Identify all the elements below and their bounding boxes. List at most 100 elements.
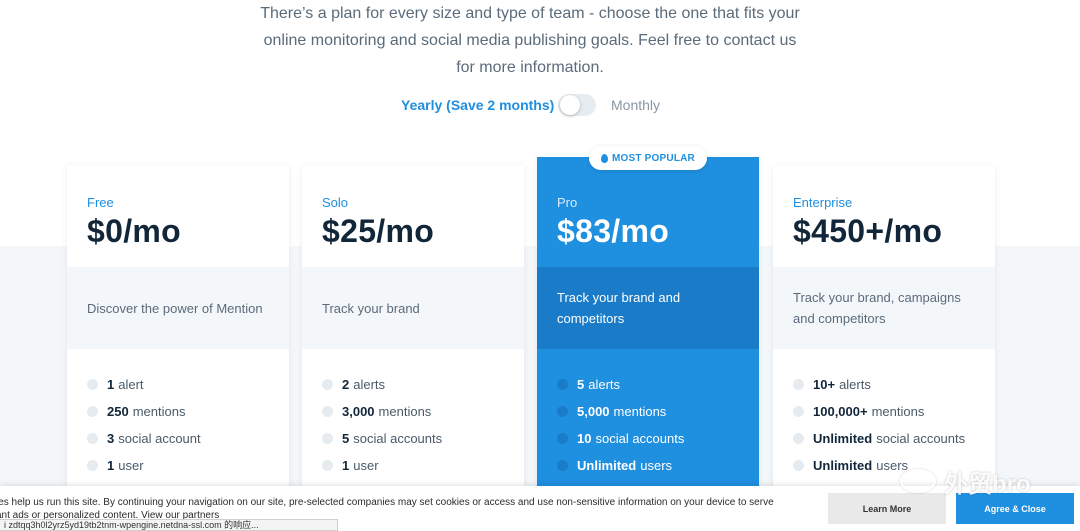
feature-item: 1 user [87, 452, 269, 479]
feature-item: 1 alert [87, 371, 269, 398]
feature-item: Unlimited social accounts [793, 425, 975, 452]
feature-list: 2 alerts 3,000 mentions 5 social accounts 1… [302, 349, 524, 479]
feature-value: Unlimited [813, 431, 873, 446]
plan-name: Pro [557, 195, 578, 210]
plan-description: Discover the power of Mention [67, 267, 289, 349]
bullet-icon [793, 379, 804, 390]
bullet-icon [87, 379, 98, 390]
feature-item: 3 social account [87, 425, 269, 452]
feature-label: mentions [871, 404, 925, 419]
plan-header: Enterprise $450+/mo [773, 165, 995, 267]
feature-item: 5 social accounts [322, 425, 504, 452]
feature-label: user [353, 458, 379, 473]
plan-name: Free [87, 195, 114, 210]
toggle-knob [560, 95, 580, 115]
plan-name: Solo [322, 195, 349, 210]
feature-item: Unlimited users [557, 452, 739, 479]
feature-label: alerts [839, 377, 871, 392]
plan-description: Track your brand and competitors [537, 267, 759, 349]
feature-value: 2 [342, 377, 350, 392]
intro-line: online monitoring and social media publi… [263, 32, 797, 49]
feature-value: 1 [107, 458, 115, 473]
bullet-icon [322, 460, 333, 471]
feature-value: Unlimited [813, 458, 873, 473]
feature-value: 3 [107, 431, 115, 446]
bullet-icon [793, 406, 804, 417]
plan-header: Free $0/mo [67, 165, 289, 267]
feature-item: 1 user [322, 452, 504, 479]
bullet-icon [793, 433, 804, 444]
plan-price: $0/mo [87, 213, 181, 249]
feature-list: 5 alerts 5,000 mentions 10 social accounts … [537, 349, 759, 479]
plan-card-enterprise: Enterprise $450+/mo Track your brand, ca… [773, 165, 995, 505]
feature-value: 3,000 [342, 404, 375, 419]
feature-list: 1 alert 250 mentions 3 social account 1 user [67, 349, 289, 479]
bullet-icon [557, 433, 568, 444]
feature-item: 5 alerts [557, 371, 739, 398]
feature-label: alert [118, 377, 144, 392]
feature-label: social accounts [876, 431, 966, 446]
yearly-option[interactable]: Yearly (Save 2 months) [401, 97, 554, 113]
feature-label: social account [118, 431, 201, 446]
billing-toggle[interactable] [558, 94, 596, 116]
plan-price: $83/mo [557, 213, 670, 249]
badge-label: MOST POPULAR [612, 152, 695, 164]
plan-price: $25/mo [322, 213, 435, 249]
feature-label: user [118, 458, 144, 473]
most-popular-badge: MOST POPULAR [589, 146, 707, 170]
feature-item: 250 mentions [87, 398, 269, 425]
plan-description: Track your brand, campaigns and competit… [773, 267, 995, 349]
billing-period-switch: Yearly (Save 2 months) Monthly [0, 94, 1080, 118]
bullet-icon [557, 406, 568, 417]
feature-value: 5,000 [577, 404, 610, 419]
bullet-icon [87, 460, 98, 471]
watermark: 外贸bro [900, 466, 1031, 498]
bullet-icon [322, 406, 333, 417]
feature-label: mentions [132, 404, 186, 419]
monthly-option[interactable]: Monthly [611, 97, 660, 113]
pricing-intro: There’s a plan for every size and type o… [240, 0, 820, 81]
feature-value: 10 [577, 431, 592, 446]
feature-value: Unlimited [577, 458, 637, 473]
wechat-icon [900, 469, 936, 493]
cookie-text: ies help us run this site. By continuing… [0, 497, 774, 508]
bullet-icon [793, 460, 804, 471]
plan-card-solo: Solo $25/mo Track your brand 2 alerts 3,0… [302, 165, 524, 505]
intro-line: for more information. [456, 59, 604, 76]
watermark-text: 外贸bro [944, 470, 1031, 498]
bullet-icon [322, 379, 333, 390]
learn-more-button[interactable]: Learn More [828, 493, 946, 524]
bullet-icon [87, 406, 98, 417]
feature-label: social accounts [353, 431, 443, 446]
bullet-icon [322, 433, 333, 444]
plan-name: Enterprise [793, 195, 853, 210]
flame-icon [601, 153, 609, 163]
plan-price: $450+/mo [793, 213, 943, 249]
bullet-icon [87, 433, 98, 444]
feature-value: 5 [577, 377, 585, 392]
plan-header: Solo $25/mo [302, 165, 524, 267]
feature-label: alerts [588, 377, 621, 392]
feature-item: 3,000 mentions [322, 398, 504, 425]
plan-card-free: Free $0/mo Discover the power of Mention… [67, 165, 289, 505]
feature-item: 5,000 mentions [557, 398, 739, 425]
feature-label: users [640, 458, 673, 473]
plan-description: Track your brand [302, 267, 524, 349]
feature-value: 10+ [813, 377, 836, 392]
feature-item: 10 social accounts [557, 425, 739, 452]
feature-value: 1 [342, 458, 350, 473]
feature-value: 5 [342, 431, 350, 446]
feature-label: mentions [378, 404, 432, 419]
feature-value: 250 [107, 404, 129, 419]
intro-line: There’s a plan for every size and type o… [260, 5, 800, 22]
feature-value: 100,000+ [813, 404, 868, 419]
feature-item: 10+ alerts [793, 371, 975, 398]
bullet-icon [557, 379, 568, 390]
feature-label: alerts [353, 377, 386, 392]
feature-value: 1 [107, 377, 115, 392]
bullet-icon [557, 460, 568, 471]
feature-item: 100,000+ mentions [793, 398, 975, 425]
feature-label: mentions [613, 404, 667, 419]
feature-item: 2 alerts [322, 371, 504, 398]
feature-label: social accounts [595, 431, 685, 446]
